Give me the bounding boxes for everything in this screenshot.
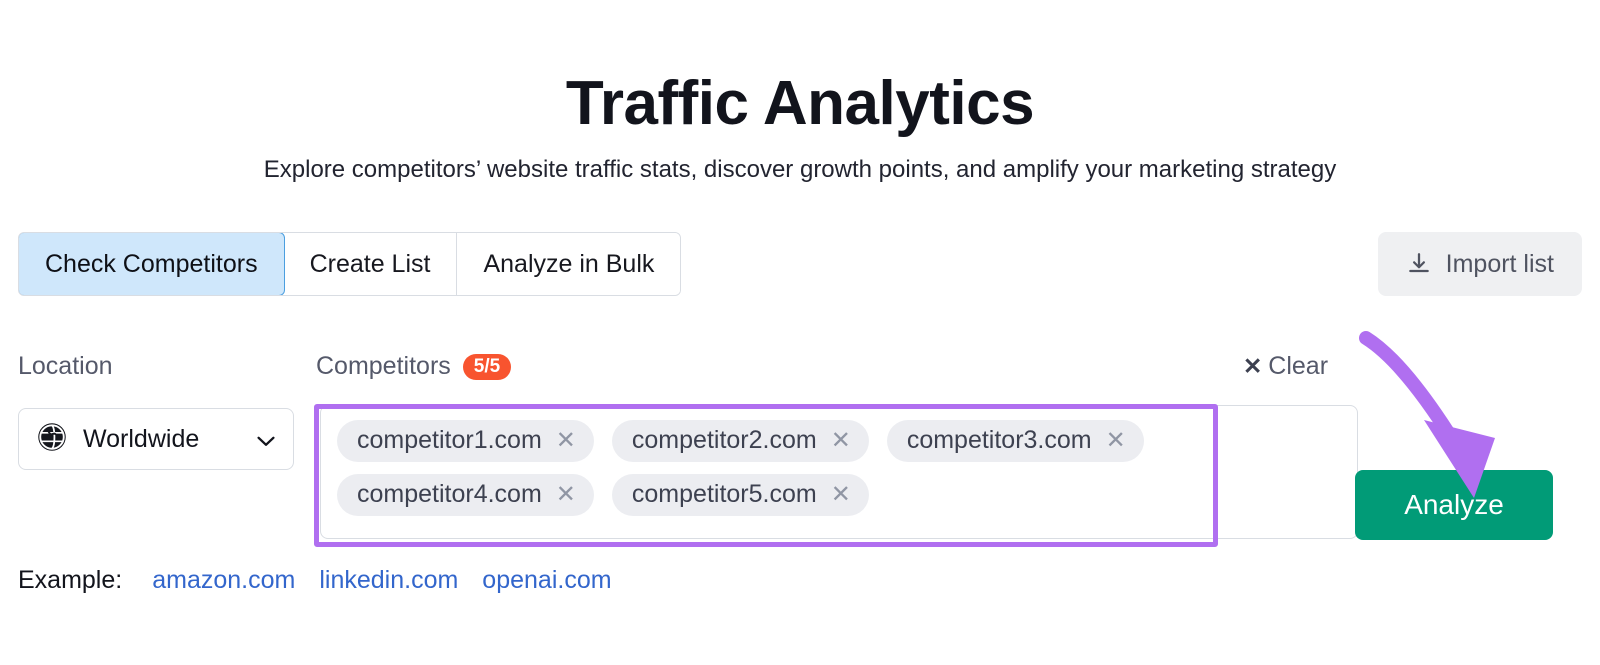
tab-create-list[interactable]: Create List [283, 233, 458, 295]
competitors-input[interactable]: competitor1.com ✕ competitor2.com ✕ comp… [320, 405, 1358, 539]
competitor-chip[interactable]: competitor1.com ✕ [337, 420, 594, 462]
chip-remove-icon[interactable]: ✕ [831, 482, 851, 507]
competitor-chip[interactable]: competitor4.com ✕ [337, 474, 594, 516]
page-title: Traffic Analytics [565, 68, 1035, 138]
import-list-button[interactable]: Import list [1377, 232, 1582, 296]
chip-remove-icon[interactable]: ✕ [831, 428, 851, 453]
competitors-count-badge: 5/5 [462, 353, 512, 380]
competitor-chip[interactable]: competitor5.com ✕ [611, 474, 869, 516]
clear-button[interactable]: ✕ Clear [1243, 352, 1328, 381]
competitors-label-group: Competitors 5/5 [316, 352, 512, 381]
competitor-domain: competitor3.com [906, 426, 1092, 454]
competitors-label: Competitors [316, 352, 451, 380]
clear-label: Clear [1268, 352, 1329, 380]
globe-icon [37, 422, 67, 457]
example-link-amazon[interactable]: amazon.com [152, 566, 295, 595]
location-select[interactable]: Worldwide [18, 408, 294, 470]
competitor-domain: competitor4.com [357, 480, 542, 508]
competitor-chip[interactable]: competitor3.com ✕ [886, 420, 1144, 462]
analyze-button[interactable]: Analyze [1355, 470, 1553, 540]
competitor-chip[interactable]: competitor2.com ✕ [611, 420, 869, 462]
competitor-domain: competitor5.com [631, 480, 817, 508]
chip-remove-icon[interactable]: ✕ [1106, 428, 1126, 453]
chip-remove-icon[interactable]: ✕ [556, 482, 576, 507]
tab-check-competitors[interactable]: Check Competitors [19, 233, 285, 295]
example-link-linkedin[interactable]: linkedin.com [319, 566, 458, 595]
example-link-openai[interactable]: openai.com [482, 566, 611, 595]
mode-tabs: Check Competitors Create List Analyze in… [18, 232, 682, 296]
tab-label: Check Competitors [45, 249, 258, 278]
page-subtitle: Explore competitors’ website traffic sta… [263, 156, 1337, 183]
download-icon [1406, 251, 1432, 277]
location-label: Location [18, 352, 113, 380]
example-links-row: Example: amazon.com linkedin.com openai.… [18, 566, 612, 595]
close-x-icon: ✕ [1243, 353, 1263, 379]
competitor-domain: competitor1.com [357, 426, 542, 454]
tab-analyze-in-bulk[interactable]: Analyze in Bulk [457, 233, 681, 295]
tab-label: Create List [309, 249, 431, 278]
import-list-label: Import list [1445, 249, 1554, 278]
tab-label: Analyze in Bulk [483, 249, 655, 278]
chip-remove-icon[interactable]: ✕ [556, 428, 576, 453]
competitor-domain: competitor2.com [631, 426, 817, 454]
location-value: Worldwide [83, 424, 200, 453]
example-label: Example: [18, 566, 123, 594]
chevron-down-icon [257, 434, 275, 446]
